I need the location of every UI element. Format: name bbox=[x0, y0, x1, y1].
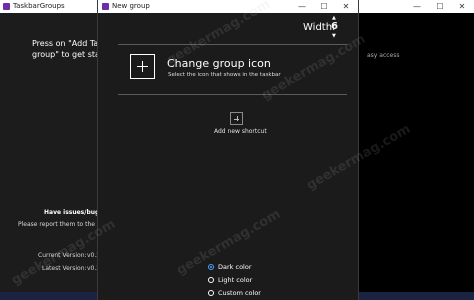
width-decrease-icon[interactable]: ▼ bbox=[332, 33, 336, 39]
divider bbox=[118, 44, 347, 45]
maximize-button[interactable]: ☐ bbox=[429, 0, 451, 13]
radio-label: Light color bbox=[218, 276, 253, 284]
minimize-button[interactable]: — bbox=[291, 0, 313, 13]
radio-label: Custom color bbox=[218, 289, 261, 297]
maximize-button[interactable]: ☐ bbox=[313, 0, 335, 13]
radio-button[interactable] bbox=[208, 277, 214, 283]
app-icon bbox=[3, 3, 10, 10]
radio-label: Dark color bbox=[218, 263, 252, 271]
intro-text-line2: group" to get sta bbox=[32, 50, 100, 59]
intro-text-line1: Press on "Add Tas bbox=[32, 39, 103, 48]
width-value[interactable]: 6 bbox=[331, 21, 338, 32]
add-shortcut-button[interactable] bbox=[230, 112, 243, 125]
app-icon bbox=[102, 3, 109, 10]
change-group-icon-subtitle: Select the icon that shows in the taskba… bbox=[168, 72, 281, 78]
new-group-titlebar[interactable]: New group — ☐ ✕ bbox=[98, 0, 358, 13]
divider bbox=[118, 94, 347, 95]
minimize-button[interactable]: — bbox=[406, 0, 428, 13]
new-group-window: New group — ☐ ✕ Width: ▲ 6 ▼ Change grou… bbox=[97, 0, 359, 300]
window-title: TaskbarGroups bbox=[13, 2, 65, 10]
radio-button[interactable] bbox=[208, 290, 214, 296]
taskbar-hint-text: asy access bbox=[367, 52, 400, 59]
add-shortcut-label[interactable]: Add new shortcut bbox=[214, 128, 267, 135]
group-icon-button[interactable] bbox=[130, 54, 155, 79]
close-button[interactable]: ✕ bbox=[335, 0, 357, 13]
radio-button-checked[interactable] bbox=[208, 264, 214, 270]
window-title: New group bbox=[112, 2, 150, 10]
close-button[interactable]: ✕ bbox=[451, 0, 473, 13]
